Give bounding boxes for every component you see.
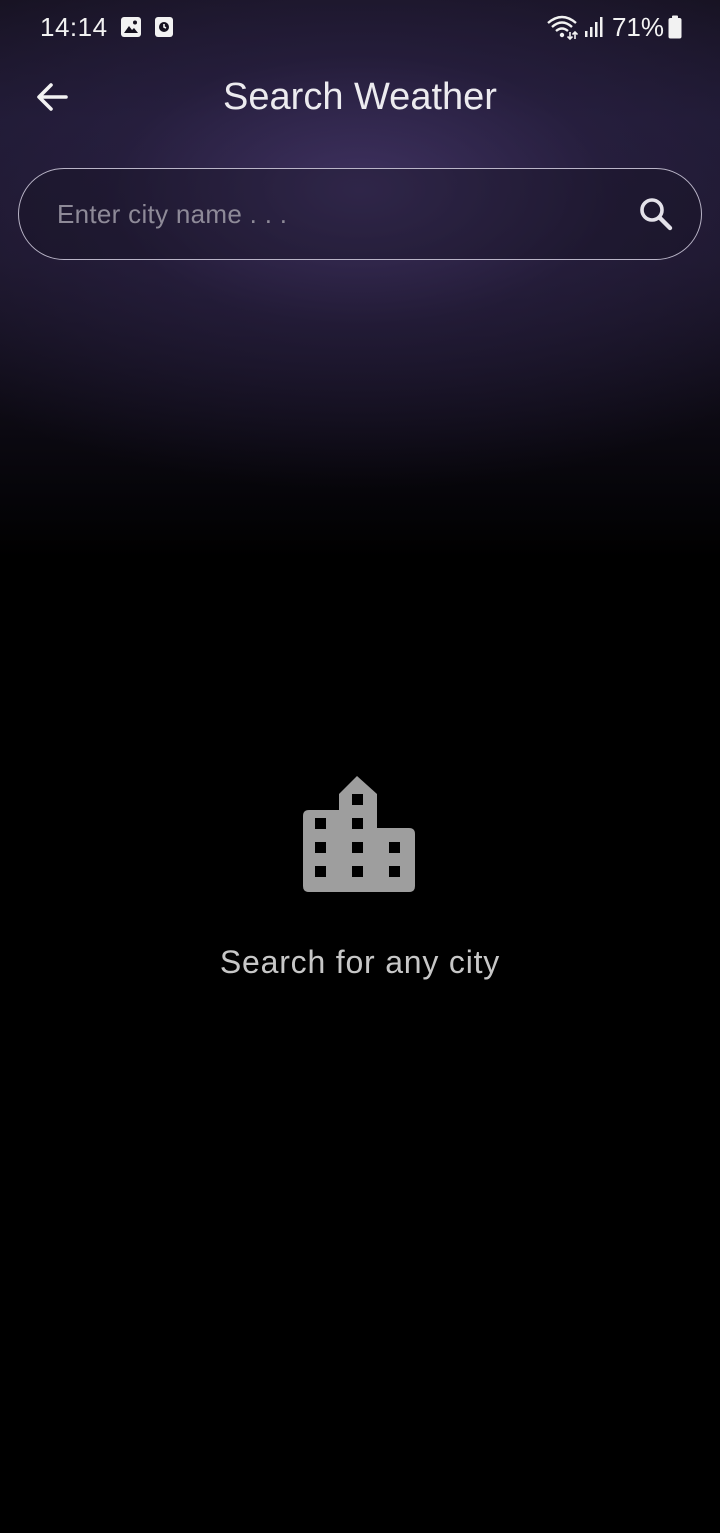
empty-state-message: Search for any city <box>219 944 501 980</box>
wifi-icon <box>546 14 578 40</box>
city-buildings-icon <box>301 772 419 896</box>
page-title: Search Weather <box>223 76 497 118</box>
gallery-icon <box>120 16 142 38</box>
clock-notification-icon <box>154 16 174 38</box>
search-box <box>18 168 702 260</box>
app-bar: Search Weather <box>0 62 720 132</box>
signal-icon <box>584 16 604 38</box>
status-left: 14:14 <box>40 12 174 43</box>
battery-icon <box>668 15 682 39</box>
empty-state: Search for any city <box>0 772 720 981</box>
search-button[interactable] <box>633 191 679 237</box>
search-icon <box>638 196 674 232</box>
battery-percent: 71% <box>611 11 664 42</box>
status-time: 14:14 <box>40 11 108 42</box>
search-input[interactable] <box>55 169 619 260</box>
status-bar: 14:14 71% <box>0 0 720 54</box>
status-right: 71% <box>534 12 682 43</box>
